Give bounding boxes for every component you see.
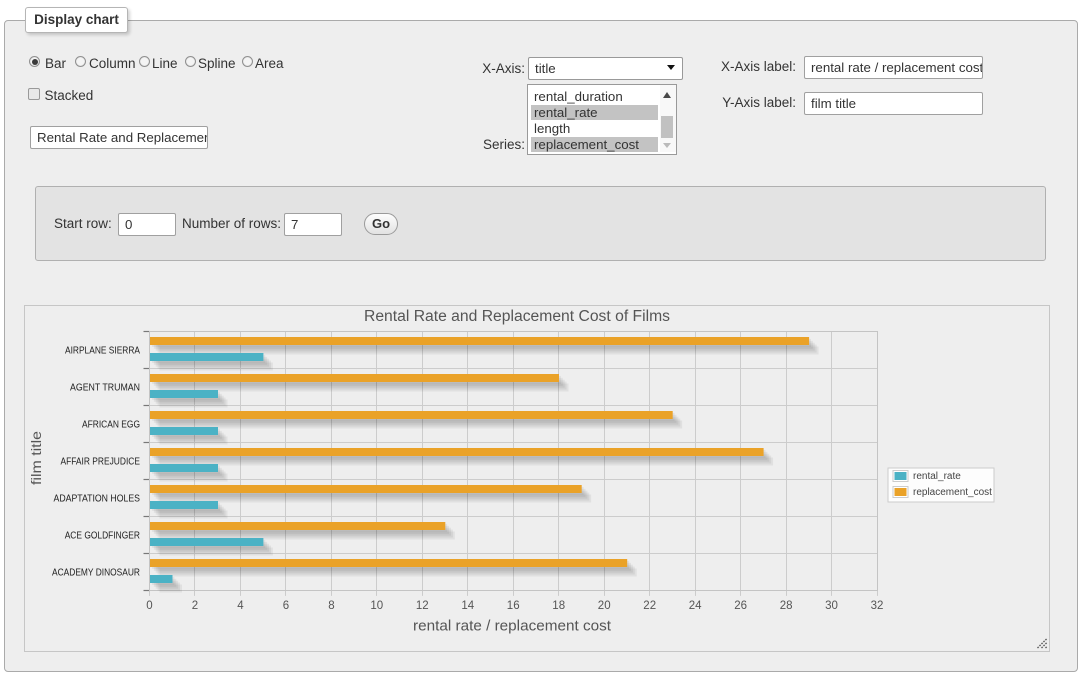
svg-text:12: 12 — [416, 600, 429, 612]
svg-text:rental rate / replacement cost: rental rate / replacement cost — [413, 618, 612, 635]
svg-text:0: 0 — [146, 600, 152, 612]
svg-text:ACADEMY DINOSAUR: ACADEMY DINOSAUR — [52, 567, 140, 578]
svg-text:26: 26 — [734, 600, 747, 612]
svg-text:6: 6 — [283, 600, 289, 612]
svg-text:4: 4 — [237, 600, 244, 612]
svg-text:ADAPTATION HOLES: ADAPTATION HOLES — [54, 493, 141, 504]
svg-text:ACE GOLDFINGER: ACE GOLDFINGER — [65, 530, 140, 541]
svg-text:2: 2 — [192, 600, 198, 612]
svg-text:8: 8 — [328, 600, 334, 612]
svg-text:30: 30 — [825, 600, 838, 612]
svg-text:film title: film title — [28, 431, 44, 485]
svg-text:22: 22 — [643, 600, 656, 612]
svg-text:rental_rate: rental_rate — [913, 471, 961, 482]
svg-text:24: 24 — [689, 600, 702, 612]
svg-text:AGENT TRUMAN: AGENT TRUMAN — [70, 382, 140, 393]
svg-text:20: 20 — [598, 600, 611, 612]
svg-text:AFRICAN EGG: AFRICAN EGG — [82, 419, 140, 430]
svg-text:replacement_cost: replacement_cost — [913, 487, 992, 498]
svg-text:16: 16 — [507, 600, 520, 612]
svg-text:AFFAIR PREJUDICE: AFFAIR PREJUDICE — [61, 456, 141, 467]
svg-text:14: 14 — [461, 600, 474, 612]
svg-text:28: 28 — [780, 600, 793, 612]
svg-text:32: 32 — [871, 600, 884, 612]
svg-text:AIRPLANE SIERRA: AIRPLANE SIERRA — [65, 345, 140, 356]
svg-text:10: 10 — [370, 600, 383, 612]
svg-text:Rental Rate and Replacement Co: Rental Rate and Replacement Cost of Film… — [364, 308, 670, 325]
svg-text:18: 18 — [552, 600, 565, 612]
